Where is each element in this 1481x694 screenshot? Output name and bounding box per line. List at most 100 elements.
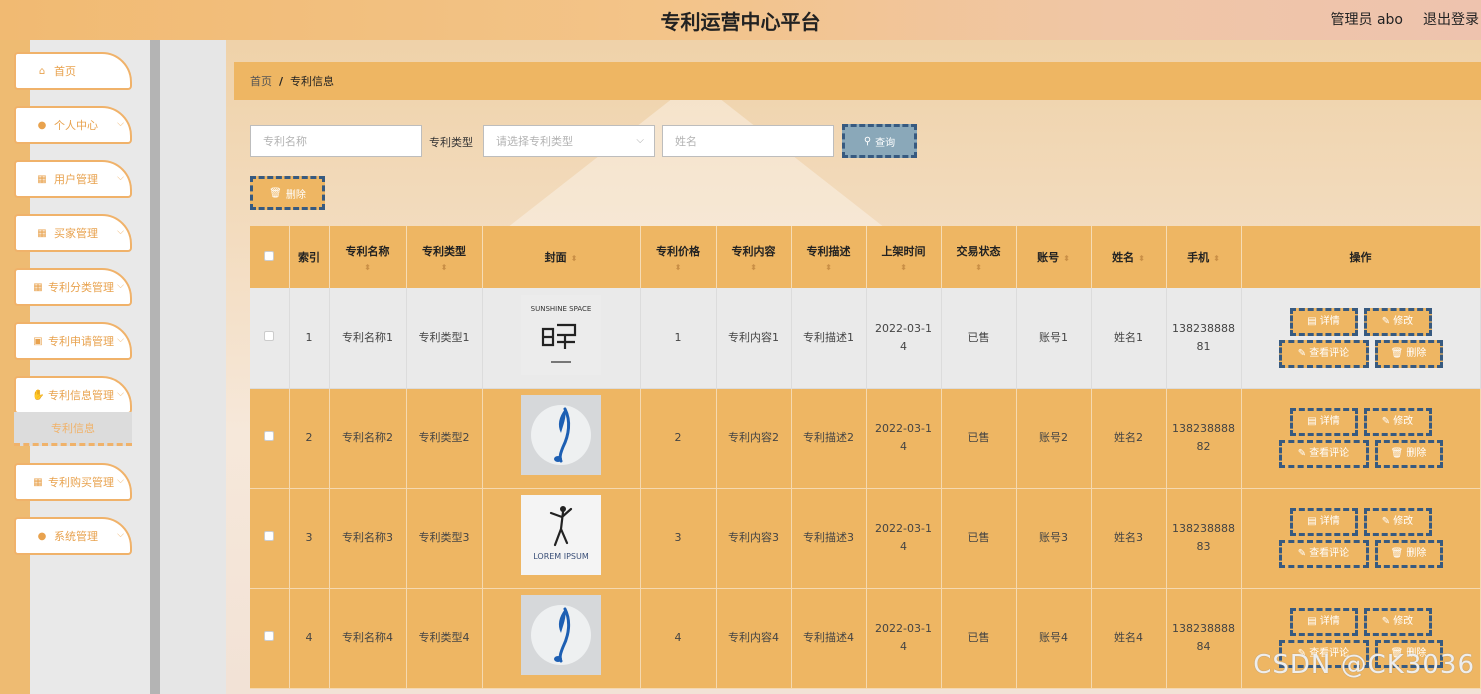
watermark: CSDN @CK3036: [1253, 650, 1475, 680]
row-checkbox[interactable]: [264, 431, 275, 441]
column-header-label: 索引: [298, 251, 320, 264]
cell-desc: 专利描述1: [791, 288, 867, 389]
row-checkbox[interactable]: [264, 330, 275, 341]
edit-button[interactable]: ✎ 修改: [1363, 508, 1432, 536]
edit-button[interactable]: ✎ 修改: [1363, 608, 1432, 636]
breadcrumb-home[interactable]: 首页: [250, 73, 272, 89]
pencil-icon: ✎: [1297, 347, 1307, 359]
column-header-8[interactable]: 上架时间 ⬍: [866, 226, 942, 288]
detail-button[interactable]: ▤ 详情: [1289, 307, 1358, 336]
column-header-6[interactable]: 专利内容 ⬍: [716, 226, 792, 288]
cell-patent-type: 专利类型2: [406, 388, 483, 489]
sidebar-item-3[interactable]: ▦ 买家管理 ⌵: [14, 214, 132, 252]
chevron-down-icon: ⌵: [117, 335, 124, 345]
column-header-label: 账号: [1037, 251, 1060, 264]
sort-icon[interactable]: ⬍: [407, 263, 482, 272]
detail-label: 详情: [1319, 416, 1340, 427]
sidebar-scrollbar[interactable]: [150, 40, 160, 694]
cover-image[interactable]: [521, 395, 601, 475]
pencil-icon: ✎: [1381, 315, 1391, 327]
cell-cover: LOREM IPSUM: [482, 488, 641, 589]
edit-button[interactable]: ✎ 修改: [1363, 408, 1432, 436]
cell-content: 专利内容2: [716, 388, 792, 489]
sort-icon[interactable]: ⬍: [1138, 254, 1145, 263]
chevron-down-icon: ⌵: [117, 173, 124, 183]
sidebar-subitem-patent-info[interactable]: 专利信息: [14, 412, 132, 446]
column-header-3[interactable]: 专利类型 ⬍: [406, 226, 483, 288]
search-button-label: 查询: [875, 137, 896, 149]
sort-icon[interactable]: ⬍: [867, 263, 941, 272]
column-header-7[interactable]: 专利描述 ⬍: [791, 226, 867, 288]
sidebar-item-1[interactable]: ● 个人中心 ⌵: [14, 106, 132, 144]
detail-button[interactable]: ▤ 详情: [1289, 608, 1358, 636]
person-name-input[interactable]: 姓名: [662, 125, 834, 157]
view-comments-button[interactable]: ✎ 查看评论: [1278, 440, 1369, 468]
cell-listing-time: 2022-03-1 4: [866, 288, 942, 389]
column-header-10[interactable]: 账号 ⬍: [1016, 226, 1092, 288]
cover-image[interactable]: SUNSHINE SPACE: [521, 294, 601, 375]
column-header-9[interactable]: 交易状态 ⬍: [941, 226, 1017, 288]
sidebar-item-0[interactable]: ⌂ 首页: [14, 52, 132, 90]
cell-status: 已售: [941, 588, 1017, 689]
column-header-5[interactable]: 专利价格 ⬍: [640, 226, 717, 288]
cell-index: 1: [289, 288, 330, 389]
column-header-4[interactable]: 封面 ⬍: [482, 226, 641, 288]
sort-icon[interactable]: ⬍: [1213, 254, 1220, 263]
detail-button[interactable]: ▤ 详情: [1289, 508, 1358, 536]
bulk-delete-button[interactable]: 🗑 删除: [250, 176, 325, 210]
edit-button[interactable]: ✎ 修改: [1363, 307, 1432, 336]
patent-type-label: 专利类型: [429, 136, 473, 149]
column-header-12[interactable]: 手机 ⬍: [1166, 226, 1242, 288]
delete-button[interactable]: 🗑 删除: [1374, 440, 1443, 468]
cell-cover: [482, 588, 641, 689]
detail-button[interactable]: ▤ 详情: [1289, 408, 1358, 436]
column-header-1: 索引: [289, 226, 330, 288]
sort-icon[interactable]: ⬍: [571, 254, 578, 263]
sidebar-item-5[interactable]: ▣ 专利申请管理 ⌵: [14, 322, 132, 360]
cell-index: 2: [289, 388, 330, 489]
patent-name-placeholder: 专利名称: [263, 135, 307, 148]
delete-label: 删除: [1406, 548, 1427, 559]
sort-icon[interactable]: ⬍: [792, 263, 866, 272]
logout-link[interactable]: 退出登录: [1423, 9, 1479, 29]
select-all-checkbox[interactable]: [264, 250, 275, 261]
admin-name[interactable]: 管理员 abo: [1331, 9, 1403, 29]
sort-icon[interactable]: ⬍: [1063, 254, 1070, 263]
delete-button[interactable]: 🗑 删除: [1374, 339, 1443, 368]
view-comments-button[interactable]: ✎ 查看评论: [1278, 339, 1369, 368]
sort-icon[interactable]: ⬍: [641, 263, 716, 272]
sidebar-item-2[interactable]: ▦ 用户管理 ⌵: [14, 160, 132, 198]
cover-image[interactable]: [521, 595, 601, 675]
sidebar-item-6[interactable]: ✋ 专利信息管理 ⌵: [14, 376, 132, 414]
column-header-label: 专利类型: [422, 244, 466, 258]
person-name-placeholder: 姓名: [675, 135, 697, 148]
row-checkbox[interactable]: [264, 631, 275, 641]
edit-label: 修改: [1393, 616, 1414, 627]
sort-icon[interactable]: ⬍: [717, 263, 791, 272]
sort-icon[interactable]: ⬍: [330, 263, 406, 272]
sidebar-item-7[interactable]: ▦ 专利购买管理 ⌵: [14, 463, 132, 501]
patent-name-input[interactable]: 专利名称: [250, 125, 422, 157]
row-checkbox[interactable]: [264, 531, 275, 541]
sidebar-item-8[interactable]: ● 系统管理 ⌵: [14, 517, 132, 555]
sidebar-item-4[interactable]: ▦ 专利分类管理 ⌵: [14, 268, 132, 306]
column-header-2[interactable]: 专利名称 ⬍: [329, 226, 407, 288]
cover-image[interactable]: LOREM IPSUM: [521, 495, 601, 575]
row-checkbox-cell: [250, 388, 290, 489]
sort-icon[interactable]: ⬍: [942, 263, 1016, 272]
patent-type-select[interactable]: 请选择专利类型 ⌵: [483, 125, 655, 157]
cell-content: 专利内容4: [716, 588, 792, 689]
view-comments-button[interactable]: ✎ 查看评论: [1278, 540, 1369, 568]
cell-price: 4: [640, 588, 717, 689]
column-header-0: [250, 226, 290, 288]
cell-listing-time: 2022-03-1 4: [866, 488, 942, 589]
trash-icon: 🗑: [1390, 548, 1404, 559]
delete-button[interactable]: 🗑 删除: [1374, 540, 1443, 568]
search-button[interactable]: ⚲ 查询: [842, 124, 917, 158]
thumb-icon: ✋: [32, 389, 45, 401]
sidebar-item-label: 买家管理: [54, 227, 98, 240]
phone-line-1: 138238888: [1172, 522, 1235, 535]
cell-cover: SUNSHINE SPACE: [482, 288, 641, 389]
comments-label: 查看评论: [1309, 548, 1350, 559]
column-header-11[interactable]: 姓名 ⬍: [1091, 226, 1167, 288]
